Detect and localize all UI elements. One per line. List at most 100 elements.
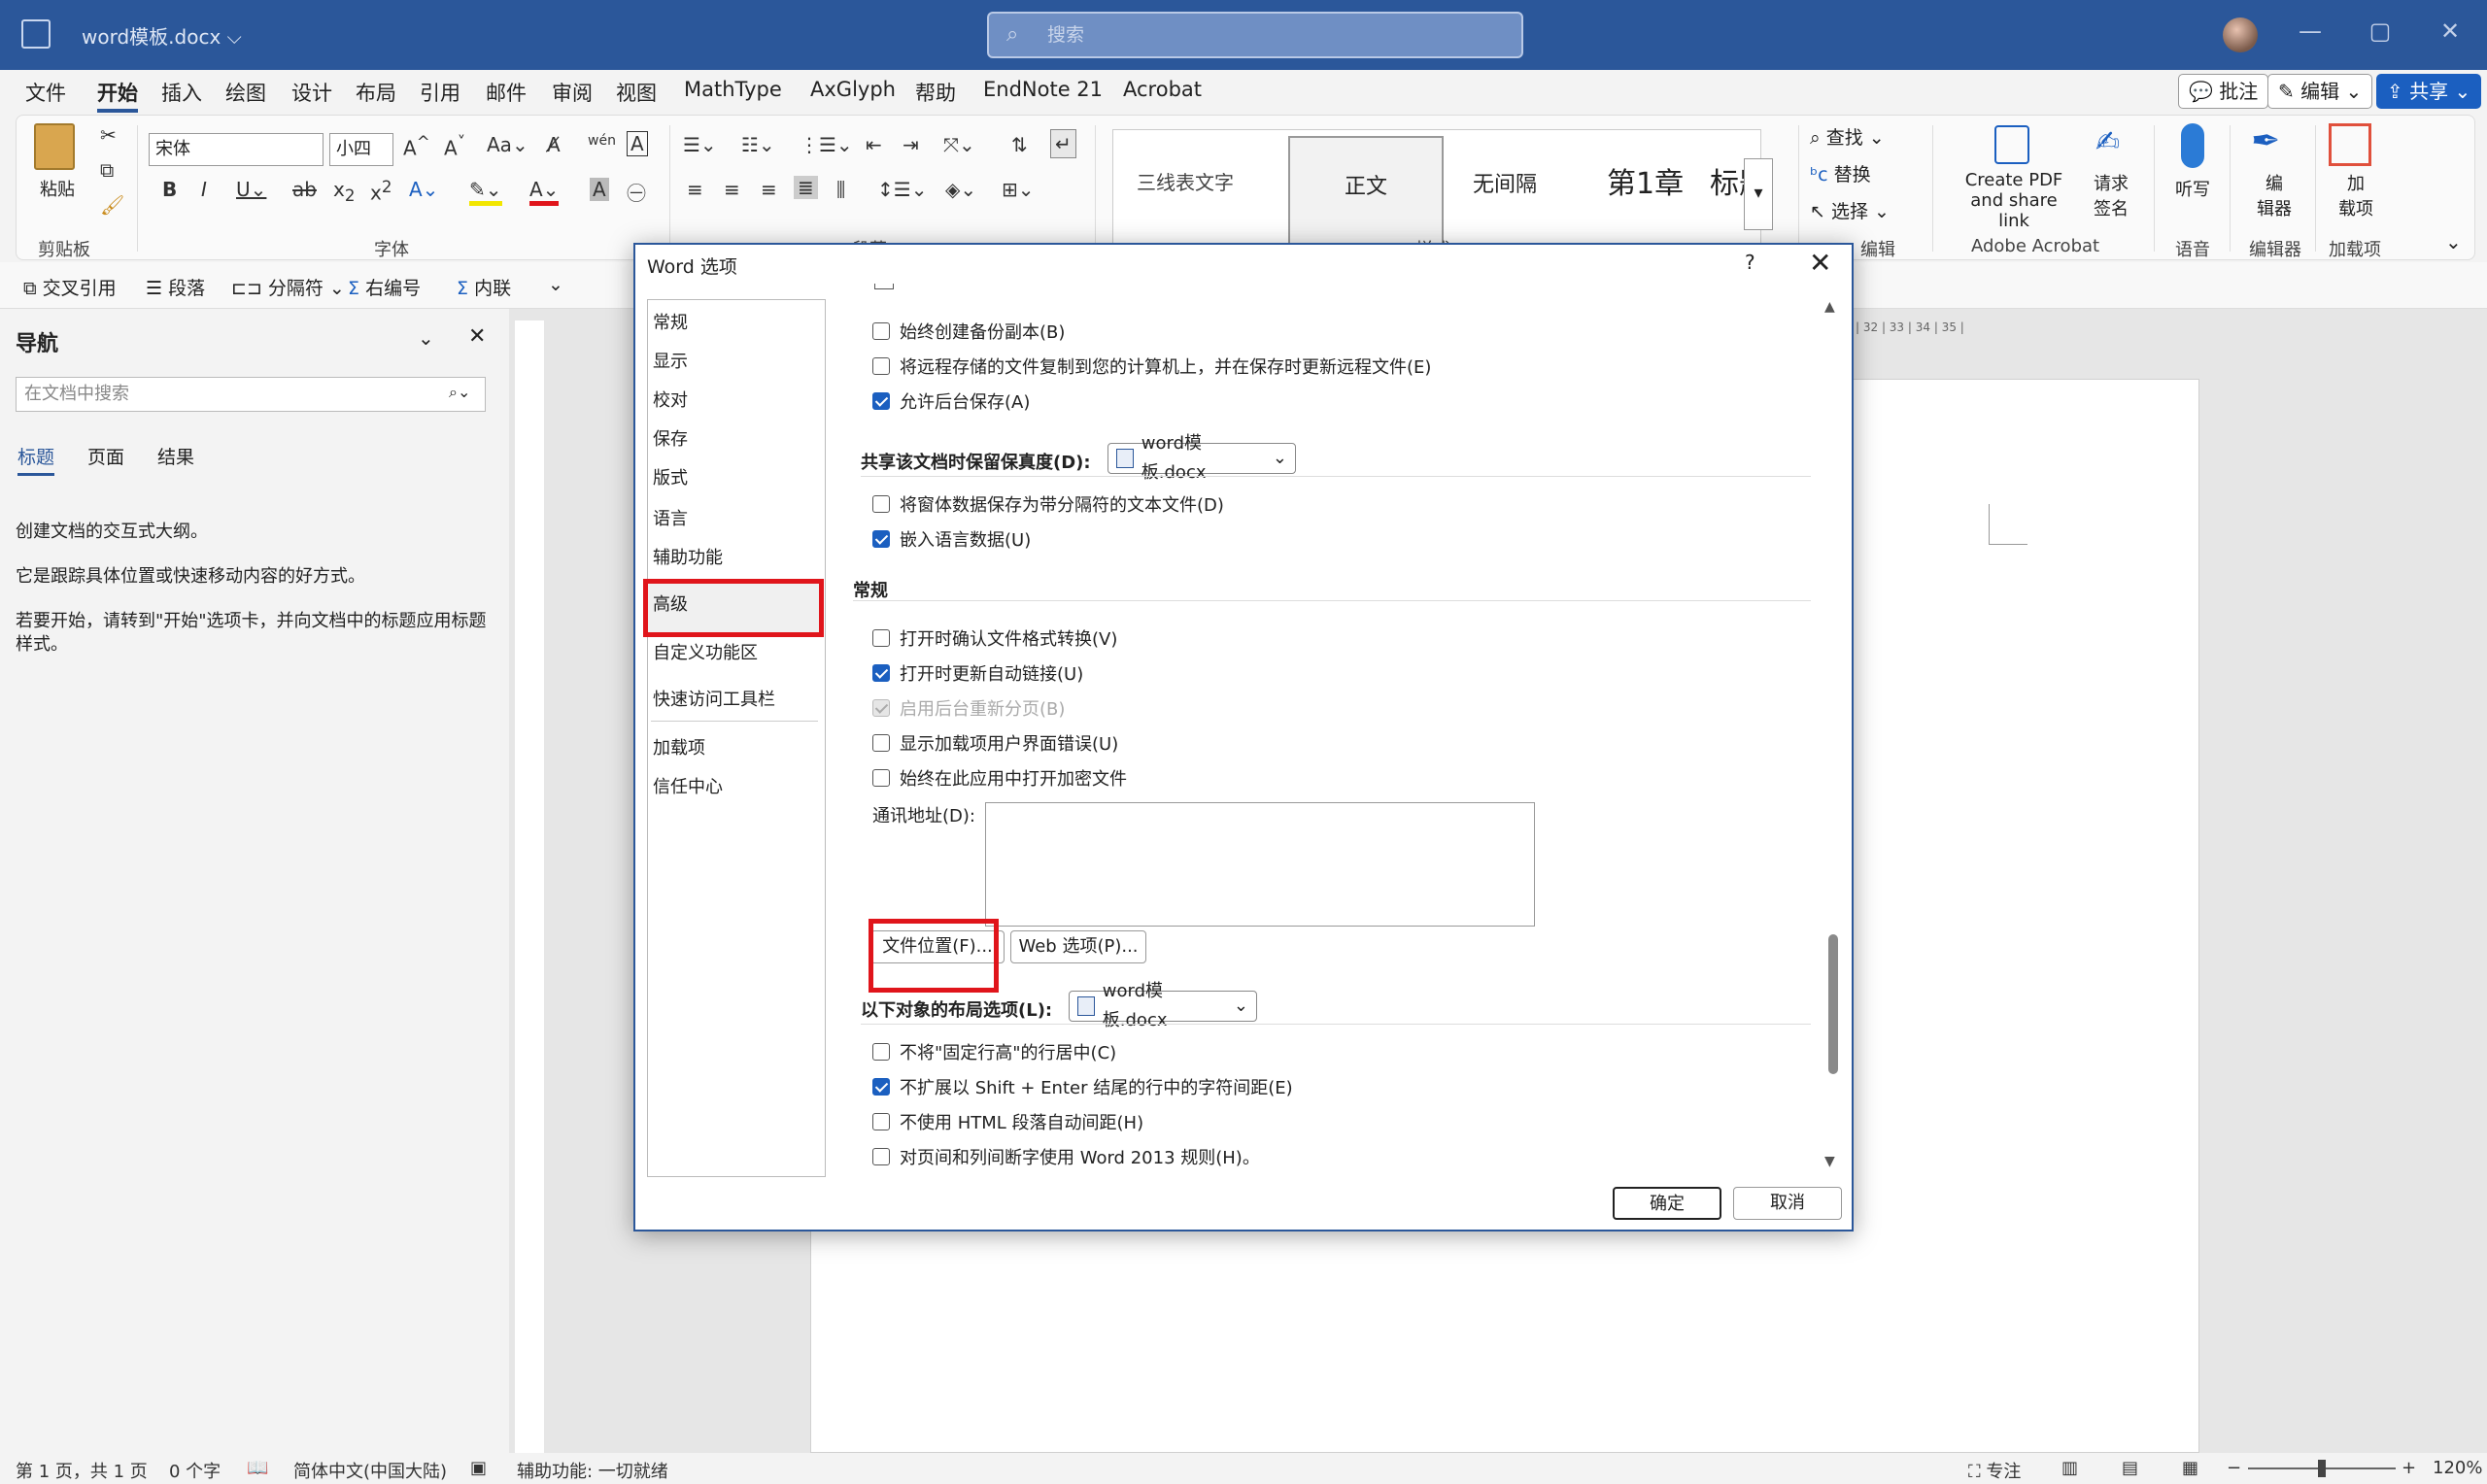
- tab-mathtype[interactable]: MathType: [684, 78, 782, 101]
- line-spacing-icon[interactable]: ↕☰⌄: [877, 178, 927, 201]
- search-icon[interactable]: ⌕⌄: [449, 383, 470, 402]
- multilevel-list-icon[interactable]: ⋮☰⌄: [800, 133, 853, 156]
- help-button[interactable]: ?: [1745, 251, 1755, 274]
- category-accessibility[interactable]: 辅助功能: [653, 544, 723, 569]
- option-open-encrypted[interactable]: 始终在此应用中打开加密文件: [872, 765, 1127, 791]
- checkbox[interactable]: [872, 1148, 890, 1165]
- paste-label[interactable]: 粘贴: [40, 176, 75, 201]
- zoom-level[interactable]: 120%: [2433, 1458, 2482, 1478]
- search-input[interactable]: ⌕ 搜索: [987, 12, 1523, 58]
- checkbox[interactable]: [872, 357, 890, 375]
- checkbox[interactable]: [872, 1043, 890, 1061]
- paragraph-button[interactable]: ☰ 段落: [146, 274, 205, 300]
- request-signature-icon[interactable]: ✍: [2095, 125, 2130, 164]
- replace-button[interactable]: ᵇc 替换: [1810, 160, 1871, 186]
- tab-pages[interactable]: 页面: [87, 443, 124, 469]
- dictate-label[interactable]: 听写: [2175, 176, 2210, 201]
- checkbox[interactable]: [872, 629, 890, 647]
- tab-axglyph[interactable]: AxGlyph: [810, 78, 896, 101]
- cross-reference-button[interactable]: ⧉ 交叉引用: [23, 274, 117, 300]
- nav-search-input[interactable]: 在文档中搜索: [16, 377, 486, 412]
- align-center-icon[interactable]: ≡: [724, 178, 740, 201]
- shading-icon[interactable]: ◈⌄: [945, 178, 976, 201]
- category-quick-access[interactable]: 快速访问工具栏: [653, 686, 775, 711]
- right-number-button[interactable]: Σ 右编号: [348, 274, 421, 300]
- word-count[interactable]: 0 个字: [169, 1458, 221, 1483]
- font-size-select[interactable]: 小四: [329, 133, 393, 166]
- microphone-icon[interactable]: [2181, 123, 2204, 168]
- macro-icon[interactable]: ▣: [470, 1458, 487, 1478]
- grow-font-icon[interactable]: A^: [403, 133, 430, 160]
- tab-draw[interactable]: 绘图: [225, 78, 266, 107]
- distributed-icon[interactable]: ⫼: [836, 178, 845, 201]
- select-button[interactable]: ↖ 选择 ⌄: [1810, 197, 1890, 223]
- enclose-characters-icon[interactable]: ㊀: [627, 178, 646, 206]
- focus-button[interactable]: ⛶ 专注: [1968, 1458, 2021, 1483]
- paste-icon[interactable]: [34, 123, 75, 170]
- change-case-icon[interactable]: Aa⌄: [487, 133, 528, 156]
- option-word2013-hyphenation[interactable]: 对页间和列间断字使用 Word 2013 规则(H)。: [872, 1144, 1260, 1169]
- tab-home[interactable]: 开始: [97, 78, 138, 113]
- collapse-ribbon-icon[interactable]: ⌄: [2445, 230, 2462, 253]
- page-count[interactable]: 第 1 页，共 1 页: [16, 1458, 148, 1483]
- tab-file[interactable]: 文件: [25, 78, 66, 107]
- tab-help[interactable]: 帮助: [915, 78, 956, 107]
- justify-icon[interactable]: ≣: [794, 176, 818, 199]
- checkbox[interactable]: [872, 734, 890, 752]
- option-show-addin-errors[interactable]: 显示加载项用户界面错误(U): [872, 730, 1118, 756]
- editing-mode-button[interactable]: ✎ 编辑 ⌄: [2267, 74, 2373, 109]
- layout-doc-select[interactable]: word模板.docx ⌄: [1069, 981, 1257, 1030]
- ok-button[interactable]: 确定: [1613, 1187, 1721, 1220]
- option-update-links[interactable]: 打开时更新自动链接(U): [872, 660, 1083, 686]
- option-backup[interactable]: 始终创建备份副本(B): [872, 319, 1065, 344]
- option-confirm-conversion[interactable]: 打开时确认文件格式转换(V): [872, 625, 1117, 651]
- language-status[interactable]: 简体中文(中国大陆): [293, 1458, 447, 1483]
- close-window-button[interactable]: ✕: [2431, 17, 2470, 45]
- font-color-icon[interactable]: A⌄: [529, 178, 560, 206]
- create-pdf-icon[interactable]: [1994, 125, 2029, 164]
- style-no-spacing[interactable]: 无间隔: [1473, 167, 1537, 198]
- category-layout[interactable]: 版式: [653, 464, 688, 489]
- zoom-in-button[interactable]: +: [2402, 1458, 2416, 1478]
- checkbox[interactable]: [872, 769, 890, 787]
- checkbox-checked[interactable]: [872, 664, 890, 682]
- bullets-icon[interactable]: ☰⌄: [683, 133, 717, 156]
- checkbox-checked[interactable]: [872, 530, 890, 548]
- decrease-indent-icon[interactable]: ⇤: [866, 133, 882, 156]
- align-right-icon[interactable]: ≡: [761, 178, 777, 201]
- checkbox-checked[interactable]: [872, 392, 890, 410]
- style-normal-selected[interactable]: 正文: [1288, 136, 1444, 247]
- read-mode-icon[interactable]: ▥: [2061, 1458, 2078, 1478]
- zoom-out-button[interactable]: −: [2227, 1458, 2241, 1478]
- web-options-button[interactable]: Web 选项(P)...: [1010, 930, 1146, 963]
- increase-indent-icon[interactable]: ⇥: [903, 133, 919, 156]
- category-display[interactable]: 显示: [653, 348, 688, 373]
- category-save[interactable]: 保存: [653, 425, 688, 451]
- cancel-button[interactable]: 取消: [1733, 1187, 1842, 1220]
- superscript-icon[interactable]: x2: [370, 178, 392, 205]
- subscript-icon[interactable]: x2: [333, 178, 355, 205]
- text-effects-icon[interactable]: A⌄: [409, 178, 438, 201]
- editor-icon[interactable]: ✒: [2251, 121, 2280, 161]
- shrink-font-icon[interactable]: A˅: [444, 133, 465, 160]
- category-addins[interactable]: 加载项: [653, 734, 705, 759]
- tab-acrobat[interactable]: Acrobat: [1123, 78, 1202, 101]
- find-button[interactable]: ⌕ 查找 ⌄: [1810, 123, 1885, 150]
- minimize-button[interactable]: —: [2291, 17, 2330, 45]
- sort-icon[interactable]: ⇅: [1011, 133, 1028, 156]
- strikethrough-icon[interactable]: ab: [292, 178, 317, 201]
- clear-formatting-icon[interactable]: A̸: [547, 133, 561, 156]
- tab-references[interactable]: 引用: [420, 78, 460, 107]
- document-filename[interactable]: word模板.docx ⌵: [82, 21, 242, 50]
- highlight-icon[interactable]: ✎⌄: [469, 178, 502, 206]
- option-no-html-spacing[interactable]: 不使用 HTML 段落自动间距(H): [872, 1109, 1143, 1134]
- tab-review[interactable]: 审阅: [552, 78, 593, 107]
- option-no-center-fixed-height[interactable]: 不将"固定行高"的行居中(C): [872, 1039, 1116, 1064]
- category-general[interactable]: 常规: [653, 309, 688, 334]
- option-background-save[interactable]: 允许后台保存(A): [872, 388, 1030, 414]
- option-no-expand-shift-enter[interactable]: 不扩展以 Shift + Enter 结尾的行中的字符间距(E): [872, 1074, 1293, 1099]
- font-name-select[interactable]: 宋体: [149, 133, 324, 166]
- scroll-down-icon[interactable]: ▼: [1824, 1154, 1835, 1169]
- chinese-layout-icon[interactable]: ⤧⌄: [943, 133, 975, 156]
- scroll-up-icon[interactable]: ▲: [1824, 299, 1835, 315]
